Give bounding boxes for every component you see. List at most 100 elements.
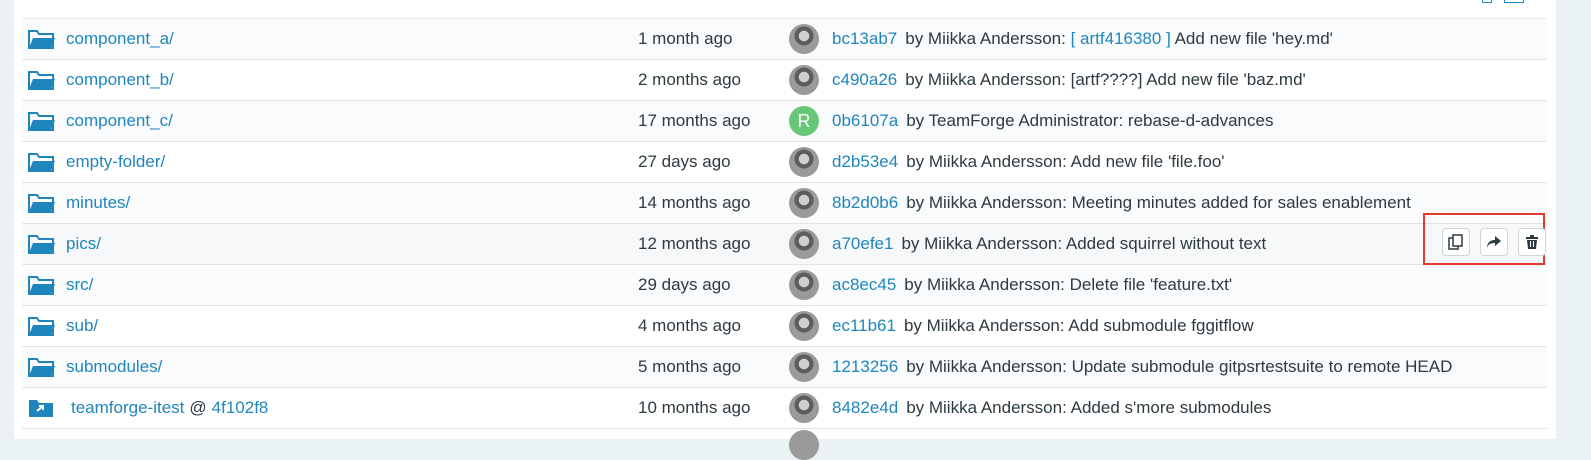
- commit-author: by Miikka Andersson:: [905, 70, 1066, 89]
- table-row-partial: [22, 426, 1547, 460]
- folder-icon: [28, 110, 56, 132]
- commit-author: by Miikka Andersson:: [906, 357, 1067, 376]
- row-name[interactable]: pics/: [66, 224, 101, 264]
- row-date: 27 days ago: [638, 152, 731, 171]
- commit-message: Add submodule fggitflow: [1068, 316, 1254, 335]
- row-actions-highlight: [1423, 213, 1546, 265]
- row-name[interactable]: src/: [66, 265, 93, 305]
- table-row[interactable]: component_c/ 17 months ago R 0b6107a by T…: [22, 101, 1547, 142]
- row-date: 10 months ago: [638, 398, 751, 417]
- commit-info: 8482e4d by Miikka Andersson: Added s'more…: [832, 388, 1271, 428]
- table-row[interactable]: submodules/ 5 months ago 1213256 by Miikk…: [22, 347, 1547, 388]
- row-name[interactable]: empty-folder/: [66, 142, 165, 182]
- commit-message: Meeting minutes added for sales enableme…: [1071, 193, 1411, 212]
- commit-message: Delete file 'feature.txt': [1069, 275, 1233, 294]
- commit-author: by Miikka Andersson:: [901, 234, 1063, 253]
- commit-hash[interactable]: ac8ec45: [832, 275, 896, 294]
- commit-hash[interactable]: 8482e4d: [832, 398, 898, 417]
- avatar[interactable]: [789, 393, 819, 423]
- avatar[interactable]: [789, 229, 819, 259]
- commit-hash[interactable]: c490a26: [832, 70, 897, 89]
- row-date: 14 months ago: [638, 193, 751, 212]
- folder-icon: [28, 233, 56, 255]
- commit-info: ec11b61 by Miikka Andersson: Add submodul…: [832, 306, 1254, 346]
- folder-icon: [28, 274, 56, 296]
- folder-icon: [28, 192, 56, 214]
- commit-hash[interactable]: 1213256: [832, 357, 898, 376]
- commit-hash[interactable]: a70efe1: [832, 234, 893, 253]
- avatar[interactable]: [789, 24, 819, 54]
- commit-info: bc13ab7 by Miikka Andersson: [ artf416380…: [832, 19, 1333, 59]
- table-row[interactable]: empty-folder/ 27 days ago d2b53e4 by Miik…: [22, 142, 1547, 183]
- avatar[interactable]: [789, 270, 819, 300]
- commit-author: by Miikka Andersson:: [906, 398, 1067, 417]
- top-control-left[interactable]: [1482, 0, 1492, 3]
- commit-author: by Miikka Andersson:: [903, 316, 1065, 335]
- share-icon: [1487, 236, 1501, 248]
- commit-hash[interactable]: 0b6107a: [832, 111, 898, 130]
- submodule-name[interactable]: teamforge-itest: [71, 398, 184, 417]
- submodule-ref[interactable]: 4f102f8: [212, 398, 269, 417]
- commit-info: 1213256 by Miikka Andersson: Update submo…: [832, 347, 1452, 387]
- commit-author: by Miikka Andersson:: [905, 29, 1066, 48]
- file-table: component_a/ 1 month ago bc13ab7 by Miikk…: [22, 18, 1547, 429]
- commit-info: 0b6107a by TeamForge Administrator: rebas…: [832, 101, 1273, 141]
- avatar[interactable]: [789, 352, 819, 382]
- avatar[interactable]: [789, 311, 819, 341]
- top-control-right[interactable]: [1504, 0, 1524, 3]
- commit-hash[interactable]: d2b53e4: [832, 152, 898, 171]
- share-button[interactable]: [1480, 228, 1508, 256]
- commit-message: Added s'more submodules: [1070, 398, 1272, 417]
- commit-message: rebase-d-advances: [1127, 111, 1274, 130]
- commit-info: 8b2d0b6 by Miikka Andersson: Meeting minu…: [832, 183, 1411, 223]
- commit-author: by Miikka Andersson:: [906, 152, 1067, 171]
- avatar: [789, 430, 819, 460]
- folder-icon: [28, 28, 56, 50]
- folder-icon: [28, 356, 56, 378]
- avatar[interactable]: [789, 147, 819, 177]
- commit-message: Added squirrel without text: [1065, 234, 1267, 253]
- commit-message: Update submodule gitpsrtestsuite to remo…: [1071, 357, 1453, 376]
- row-date: 5 months ago: [638, 357, 742, 376]
- folder-icon: [28, 151, 56, 173]
- row-date: 4 months ago: [638, 316, 742, 335]
- row-name[interactable]: submodules/: [66, 347, 162, 387]
- copy-button[interactable]: [1442, 228, 1470, 256]
- artifact-link[interactable]: [ artf416380 ]: [1071, 29, 1171, 48]
- table-row[interactable]: component_b/ 2 months ago c490a26 by Miik…: [22, 60, 1547, 101]
- row-name[interactable]: component_c/: [66, 101, 173, 141]
- commit-hash[interactable]: 8b2d0b6: [832, 193, 898, 212]
- trash-icon: [1526, 235, 1538, 249]
- avatar[interactable]: R: [789, 106, 819, 136]
- commit-hash[interactable]: bc13ab7: [832, 29, 897, 48]
- copy-icon: [1448, 234, 1463, 250]
- at-sign: @: [189, 398, 207, 417]
- commit-info: ac8ec45 by Miikka Andersson: Delete file …: [832, 265, 1232, 305]
- table-row[interactable]: pics/ 12 months ago a70efe1 by Miikka And…: [22, 213, 1547, 265]
- commit-message: [artf????] Add new file 'baz.md': [1070, 70, 1306, 89]
- commit-info: d2b53e4 by Miikka Andersson: Add new file…: [832, 142, 1225, 182]
- submodule-icon: [28, 397, 56, 419]
- row-name[interactable]: component_b/: [66, 60, 174, 100]
- table-row[interactable]: sub/ 4 months ago ec11b61 by Miikka Ander…: [22, 306, 1547, 347]
- avatar[interactable]: [789, 188, 819, 218]
- table-row[interactable]: teamforge-itest @4f102f8 10 months ago 84…: [22, 388, 1547, 429]
- row-date: 29 days ago: [638, 275, 731, 294]
- folder-icon: [28, 69, 56, 91]
- row-name[interactable]: component_a/: [66, 19, 174, 59]
- table-row[interactable]: component_a/ 1 month ago bc13ab7 by Miikk…: [22, 18, 1547, 60]
- row-name[interactable]: sub/: [66, 306, 98, 346]
- commit-hash[interactable]: ec11b61: [832, 316, 896, 335]
- avatar[interactable]: [789, 65, 819, 95]
- table-row[interactable]: src/ 29 days ago ac8ec45 by Miikka Anders…: [22, 265, 1547, 306]
- commit-info: c490a26 by Miikka Andersson: [artf????] A…: [832, 60, 1306, 100]
- commit-author: by TeamForge Administrator:: [906, 111, 1124, 130]
- row-date: 1 month ago: [638, 29, 733, 48]
- commit-author: by Miikka Andersson:: [906, 193, 1067, 212]
- row-date: 2 months ago: [638, 70, 742, 89]
- table-row[interactable]: minutes/ 14 months ago 8b2d0b6 by Miikka …: [22, 183, 1547, 224]
- commit-message: Add new file 'hey.md': [1174, 29, 1333, 48]
- commit-author: by Miikka Andersson:: [904, 275, 1065, 294]
- delete-button[interactable]: [1518, 228, 1546, 256]
- row-name[interactable]: minutes/: [66, 183, 130, 223]
